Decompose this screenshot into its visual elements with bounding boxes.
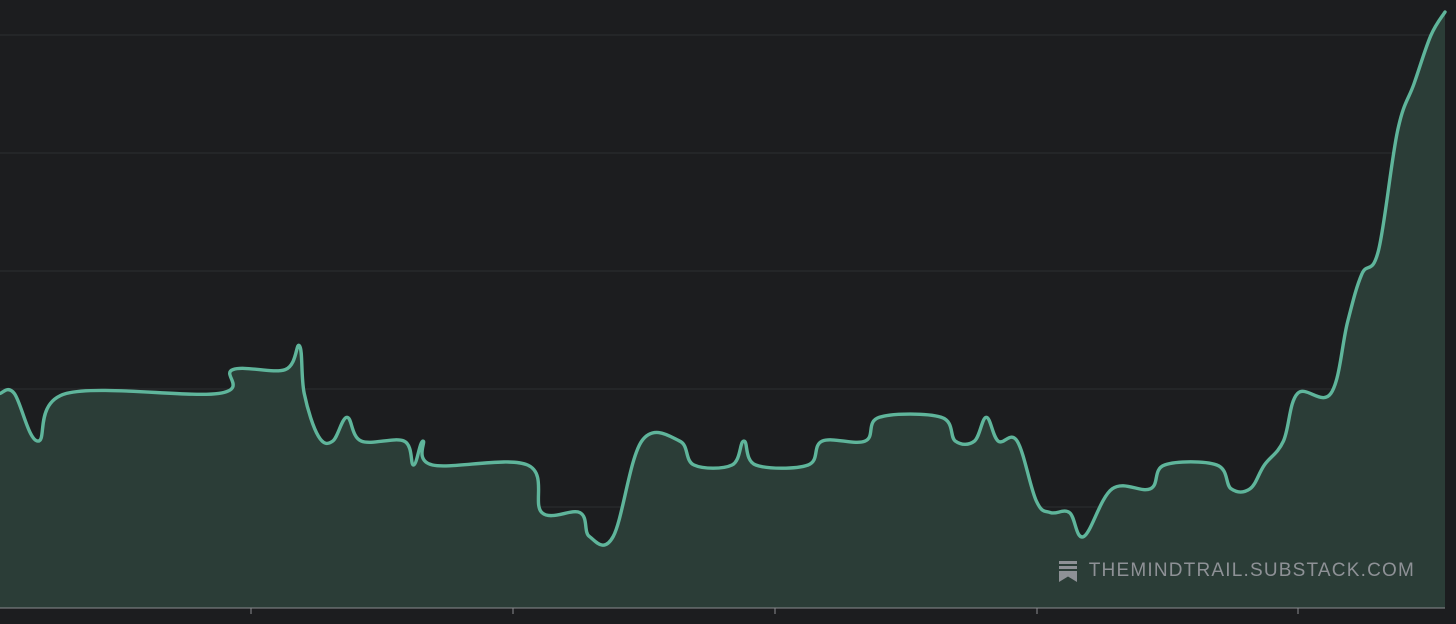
line-chart [0, 10, 1447, 614]
x-axis-ticks [250, 608, 1299, 614]
watermark-text: THEMINDTRAIL.SUBSTACK.COM [1088, 560, 1415, 581]
watermark: THEMINDTRAIL.SUBSTACK.COM [1058, 560, 1415, 582]
area-fill [0, 12, 1445, 608]
bookmark-icon [1058, 560, 1077, 582]
